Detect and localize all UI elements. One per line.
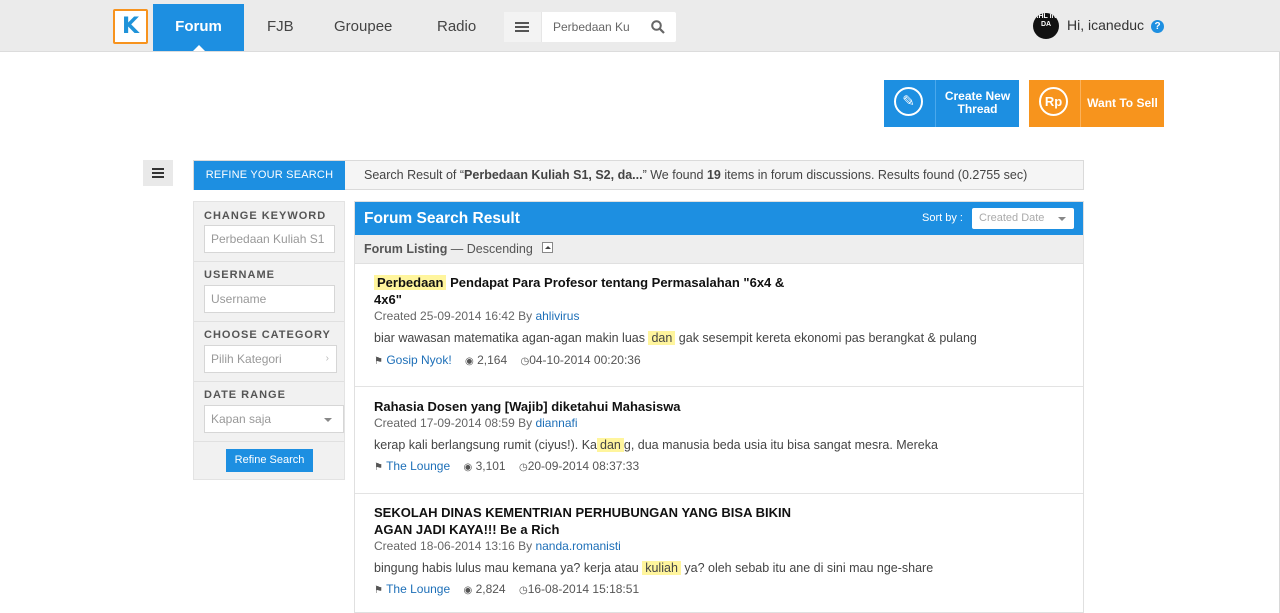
refine-sidebar: CHANGE KEYWORD Perbedaan Kuliah S1 USERN…	[193, 201, 345, 480]
refine-search-button[interactable]: Refine Search	[226, 449, 313, 472]
search-result-bar: REFINE YOUR SEARCH Search Result of “Per…	[193, 160, 1084, 190]
nav-fjb[interactable]: FJB	[267, 4, 294, 51]
listing-bar: Forum Listing — Descending	[355, 235, 1083, 264]
last-post-time: 04-10-2014 00:20:36	[529, 353, 641, 367]
thread-footer: ⚑ The Lounge ◉ 2,824 ◷16-08-2014 15:18:5…	[374, 582, 639, 596]
view-count: 2,164	[477, 353, 508, 367]
collapse-icon[interactable]	[542, 242, 553, 253]
author-link[interactable]: diannafi	[535, 416, 577, 430]
eye-icon: ◉	[463, 585, 473, 596]
want-to-sell-button[interactable]: Rp Want To Sell	[1029, 80, 1164, 127]
thread-meta: Created 18-06-2014 13:16 By nanda.romani…	[374, 539, 621, 553]
chevron-right-icon: ›	[325, 353, 329, 364]
list-item: SEKOLAH DINAS KEMENTRIAN PERHUBUNGAN YAN…	[355, 494, 1083, 612]
thread-meta: Created 17-09-2014 08:59 By diannafi	[374, 416, 578, 430]
search-input[interactable]: Perbedaan Ku	[553, 12, 631, 42]
thread-footer: ⚑ The Lounge ◉ 3,101 ◷20-09-2014 08:37:3…	[374, 459, 639, 473]
user-greeting[interactable]: Hi, icaneduc	[1067, 17, 1144, 33]
view-count: 3,101	[475, 459, 506, 473]
active-caret	[193, 45, 205, 51]
clock-icon: ◷	[518, 462, 528, 473]
eye-icon: ◉	[463, 462, 473, 473]
forum-results-panel: Forum Search Result Sort by : Created Da…	[354, 201, 1084, 613]
sidebar-toggle-icon[interactable]	[143, 160, 173, 186]
search-icon[interactable]	[651, 20, 665, 34]
author-link[interactable]: ahlivirus	[535, 309, 579, 323]
tag-icon: ⚑	[374, 356, 383, 367]
search-result-summary: Search Result of “Perbedaan Kuliah S1, S…	[364, 168, 1028, 182]
thread-meta: Created 25-09-2014 16:42 By ahlivirus	[374, 309, 580, 323]
username-label: USERNAME	[204, 269, 275, 281]
kaskus-logo[interactable]: K	[113, 9, 148, 44]
date-range-label: DATE RANGE	[204, 389, 286, 401]
chevron-down-icon	[1058, 217, 1066, 221]
category-link[interactable]: Gosip Nyok!	[386, 353, 451, 367]
want-to-sell-label: Want To Sell	[1087, 96, 1158, 110]
category-select[interactable]: Pilih Kategori ›	[204, 345, 337, 373]
chevron-down-icon	[324, 418, 332, 422]
create-thread-button[interactable]: ✎ Create New Thread	[884, 80, 1019, 127]
sort-label: Sort by :	[922, 212, 963, 224]
thread-footer: ⚑ Gosip Nyok! ◉ 2,164 ◷04-10-2014 00:20:…	[374, 353, 641, 367]
category-link[interactable]: The Lounge	[386, 459, 450, 473]
thread-excerpt: kerap kali berlangsung rumit (ciyus!). K…	[374, 438, 938, 452]
menu-icon[interactable]	[504, 12, 542, 42]
author-link[interactable]: nanda.romanisti	[535, 539, 620, 553]
pencil-icon: ✎	[884, 80, 936, 127]
nav-groupee[interactable]: Groupee	[334, 4, 392, 51]
list-item: Rahasia Dosen yang [Wajib] diketahui Mah…	[355, 387, 1083, 494]
date-range-select[interactable]: Kapan saja	[204, 405, 344, 433]
thread-excerpt: biar wawasan matematika agan-agan makin …	[374, 331, 977, 345]
listing-label: Forum Listing — Descending	[364, 242, 533, 256]
help-icon[interactable]: ?	[1151, 20, 1164, 33]
category-link[interactable]: The Lounge	[386, 582, 450, 596]
panel-title: Forum Search Result	[364, 210, 520, 227]
refine-search-tab[interactable]: REFINE YOUR SEARCH	[194, 161, 345, 190]
keyword-label: CHANGE KEYWORD	[204, 210, 327, 222]
username-field[interactable]: Username	[204, 285, 335, 313]
category-label: CHOOSE CATEGORY	[204, 329, 331, 341]
thread-title[interactable]: Rahasia Dosen yang [Wajib] diketahui Mah…	[374, 398, 814, 415]
nav-forum[interactable]: Forum	[153, 4, 244, 51]
last-post-time: 16-08-2014 15:18:51	[527, 582, 640, 596]
sort-select[interactable]: Created Date	[972, 208, 1074, 229]
top-search: Perbedaan Ku	[504, 12, 676, 42]
tag-icon: ⚑	[374, 585, 383, 596]
rupiah-icon: Rp	[1029, 80, 1081, 127]
avatar[interactable]: AHL INI DA	[1033, 13, 1059, 39]
create-thread-label: Create New Thread	[944, 89, 1011, 116]
thread-title[interactable]: SEKOLAH DINAS KEMENTRIAN PERHUBUNGAN YAN…	[374, 504, 804, 538]
eye-icon: ◉	[465, 356, 474, 367]
last-post-time: 20-09-2014 08:37:33	[527, 459, 640, 473]
keyword-field[interactable]: Perbedaan Kuliah S1	[204, 225, 335, 253]
nav-radio[interactable]: Radio	[437, 4, 476, 51]
tag-icon: ⚑	[374, 462, 383, 473]
thread-title[interactable]: Perbedaan Pendapat Para Profesor tentang…	[374, 274, 814, 308]
view-count: 2,824	[475, 582, 506, 596]
list-item: Perbedaan Pendapat Para Profesor tentang…	[355, 264, 1083, 387]
panel-header: Forum Search Result Sort by : Created Da…	[355, 202, 1083, 235]
thread-excerpt: bingung habis lulus mau kemana ya? kerja…	[374, 561, 934, 575]
clock-icon: ◷	[518, 585, 528, 596]
clock-icon: ◷	[520, 356, 530, 367]
